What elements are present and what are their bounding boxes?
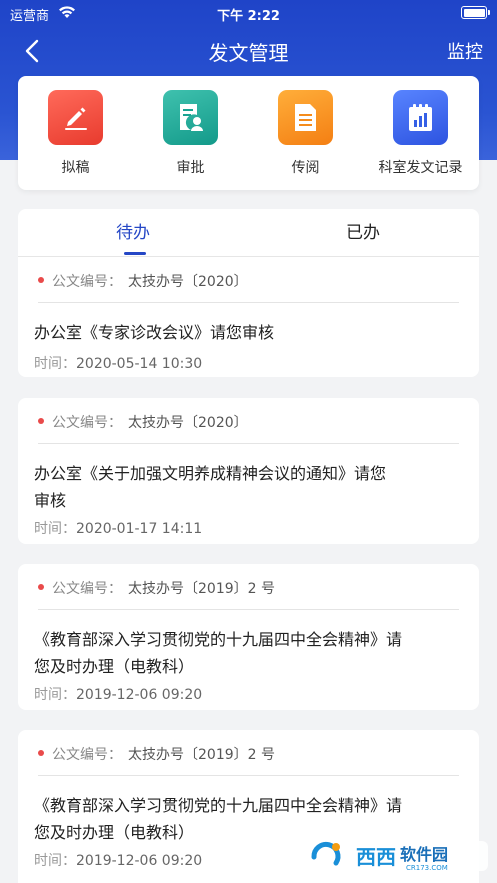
svg-text:西西: 西西: [356, 845, 396, 869]
page-title: 发文管理: [208, 41, 289, 65]
document-number-row: 公文编号： 太技办号〔2019〕2 号: [38, 578, 275, 598]
tabs-bar: 待办 已办: [18, 209, 479, 257]
document-title: 办公室《专家诊改会议》请您审核: [34, 319, 464, 346]
divider: [38, 302, 459, 303]
document-title: 办公室《关于加强文明养成精神会议的通知》请您 审核: [34, 460, 464, 514]
action-dept-records[interactable]: 科室发文记录: [363, 88, 478, 184]
divider: [38, 443, 459, 444]
status-time: 下午 2:22: [217, 9, 280, 24]
document-icon: [278, 90, 333, 145]
action-draft[interactable]: 拟稿: [18, 88, 133, 184]
document-title-line: 办公室《关于加强文明养成精神会议的通知》请您: [34, 464, 387, 483]
action-approve-label: 审批: [176, 160, 205, 176]
document-time-label: 时间：: [34, 521, 76, 537]
document-item[interactable]: 公文编号： 太技办号〔2019〕2 号 《教育部深入学习贯彻党的十九届四中全会精神…: [18, 564, 479, 710]
action-circulate-label: 传阅: [291, 160, 320, 176]
unread-dot-icon: [38, 584, 44, 590]
divider: [38, 775, 459, 776]
document-time-label: 时间：: [34, 356, 76, 372]
document-number-label: 公文编号：: [52, 581, 122, 597]
document-number: 太技办号〔2020〕: [128, 415, 248, 431]
action-approve[interactable]: 审批: [133, 88, 248, 184]
document-time: 2020-01-17 14:11: [76, 521, 203, 537]
site-watermark-logo: 西西 软件园 CR173.COM: [306, 836, 488, 876]
svg-text:CR173.COM: CR173.COM: [406, 864, 448, 872]
document-time-row: 时间：2020-05-14 10:30: [34, 353, 202, 373]
battery-fill: [463, 8, 485, 17]
document-title-line: 您及时办理（电教科）: [34, 657, 195, 676]
chart-record-icon: [393, 90, 448, 145]
pencil-icon: [48, 90, 103, 145]
document-time: 2019-12-06 09:20: [76, 687, 203, 703]
document-number: 太技办号〔2019〕2 号: [128, 747, 275, 763]
battery-icon: [461, 6, 490, 19]
monitor-button[interactable]: 监控: [447, 38, 483, 64]
document-number-row: 公文编号： 太技办号〔2019〕2 号: [38, 744, 275, 764]
svg-text:软件园: 软件园: [400, 845, 448, 864]
document-time: 2020-05-14 10:30: [76, 356, 203, 372]
action-draft-label: 拟稿: [61, 160, 90, 176]
document-number-row: 公文编号： 太技办号〔2020〕: [38, 271, 248, 291]
document-title-line: 审核: [34, 491, 67, 510]
document-time-row: 时间：2019-12-06 09:20: [34, 850, 202, 870]
document-number-row: 公文编号： 太技办号〔2020〕: [38, 412, 248, 432]
action-circulate[interactable]: 传阅: [248, 88, 363, 184]
document-number-label: 公文编号：: [52, 274, 122, 290]
document-time-label: 时间：: [34, 687, 76, 703]
document-title: 《教育部深入学习贯彻党的十九届四中全会精神》请 您及时办理（电教科）: [34, 626, 464, 680]
document-title-line: 办公室《专家诊改会议》请您审核: [34, 323, 275, 342]
document-item[interactable]: 公文编号： 太技办号〔2020〕 办公室《关于加强文明养成精神会议的通知》请您 审…: [18, 398, 479, 544]
tab-pending[interactable]: 待办: [18, 209, 248, 257]
unread-dot-icon: [38, 418, 44, 424]
divider: [38, 609, 459, 610]
status-bar: 运营商 下午 2:22: [0, 0, 497, 26]
quick-actions-card: 拟稿 审批 传阅 科室发文记录: [18, 76, 479, 190]
document-time: 2019-12-06 09:20: [76, 853, 203, 869]
document-time-row: 时间：2019-12-06 09:20: [34, 684, 202, 704]
document-number: 太技办号〔2020〕: [128, 274, 248, 290]
approval-icon: [163, 90, 218, 145]
unread-dot-icon: [38, 277, 44, 283]
document-time-row: 时间：2020-01-17 14:11: [34, 518, 202, 538]
document-title-line: 《教育部深入学习贯彻党的十九届四中全会精神》请: [34, 796, 403, 815]
tab-done[interactable]: 已办: [248, 209, 478, 257]
document-time-label: 时间：: [34, 853, 76, 869]
document-item[interactable]: 公文编号： 太技办号〔2020〕 办公室《专家诊改会议》请您审核 时间：2020-…: [18, 257, 479, 377]
active-tab-indicator: [124, 252, 146, 255]
document-number-label: 公文编号：: [52, 747, 122, 763]
document-title-line: 《教育部深入学习贯彻党的十九届四中全会精神》请: [34, 630, 403, 649]
unread-dot-icon: [38, 750, 44, 756]
document-number-label: 公文编号：: [52, 415, 122, 431]
document-number: 太技办号〔2019〕2 号: [128, 581, 275, 597]
action-dept-records-label: 科室发文记录: [378, 160, 463, 176]
